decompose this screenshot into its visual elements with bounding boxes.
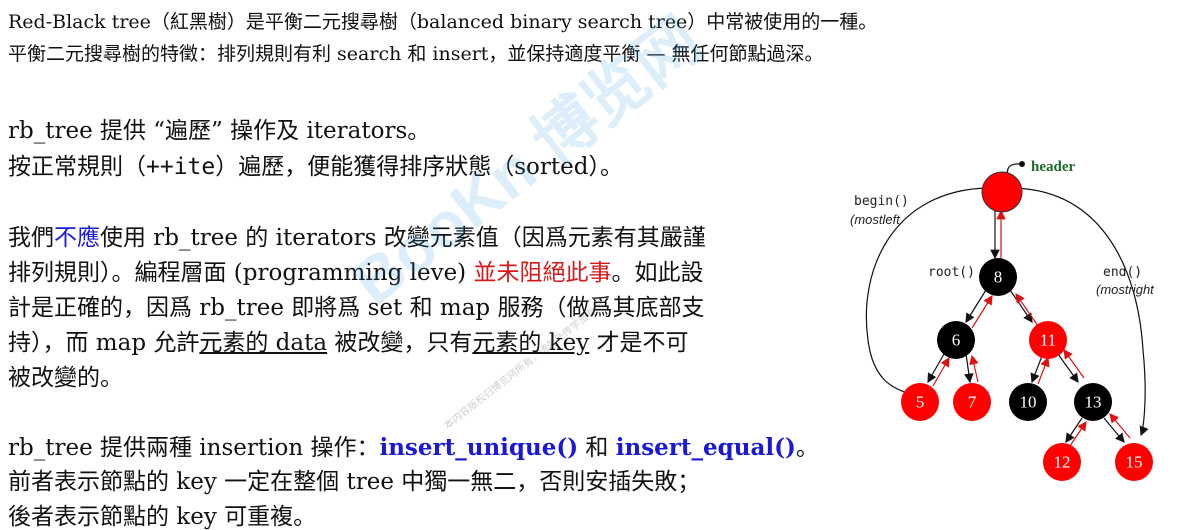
para2-line-3: 計是正確的，因爲 rb_tree 即將爲 set 和 map 服務（做爲其底部支 <box>8 295 705 321</box>
para3-text: rb_tree 提供兩種 insertion 操作： <box>8 435 380 461</box>
svg-text:10: 10 <box>1020 393 1037 412</box>
para2-text: 我們 <box>8 225 54 251</box>
rb-tree-diagram: header begin() (mostleft root() end() (m… <box>850 159 1155 481</box>
element-data-underlined: 元素的 data <box>199 330 328 356</box>
para2-line-2: 排列規則）。編程層面 (programming leve) 並未阻絕此事。如此設 <box>8 262 703 285</box>
para1-line-2-b: ）遍歷，便能獲得排序狀態（sorted）。 <box>215 154 623 180</box>
element-key-underlined: 元素的 key <box>472 330 590 356</box>
para2-text: 持），而 map 允許 <box>8 330 200 356</box>
svg-text:6: 6 <box>952 331 961 350</box>
svg-text:7: 7 <box>968 393 977 412</box>
svg-text:11: 11 <box>1040 331 1056 350</box>
para1-line-2-a: 按正常規則（ <box>8 154 146 180</box>
header-label: header <box>1031 159 1076 175</box>
para2-text: 才是不可 <box>589 330 689 356</box>
node-13: 13 <box>1074 383 1112 421</box>
begin-label: begin() <box>854 194 909 209</box>
node-6: 6 <box>937 321 975 359</box>
end-label: end() <box>1103 265 1142 280</box>
para2-text: 排列規則）。編程層面 (programming leve) <box>8 260 474 286</box>
node-12: 12 <box>1043 443 1081 481</box>
end-sub-label: (mostright <box>1096 282 1155 297</box>
node-11: 11 <box>1029 321 1067 359</box>
insert-unique-fn: insert_unique() <box>379 434 579 461</box>
should-not-highlight: 不應 <box>54 225 100 251</box>
para2-text: 被改變，只有 <box>327 330 473 356</box>
para3-line-2: 前者表示節點的 key 一定在整個 tree 中獨一無二，否則安插失敗； <box>8 469 701 495</box>
para2-line-4: 持），而 map 允許元素的 data 被改變，只有元素的 key 才是不可 <box>8 332 689 355</box>
para3-text: 。 <box>795 435 819 461</box>
para2-line-1: 我們不應使用 rb_tree 的 iterators 改變元素值（因爲元素有其嚴… <box>8 227 706 250</box>
para1-line-2: 按正常規則（++ite）遍歷，便能獲得排序狀態（sorted）。 <box>8 156 623 179</box>
para2-text: 使用 rb_tree 的 iterators 改變元素值（因爲元素有其嚴謹 <box>100 225 706 251</box>
root-label: root() <box>928 265 975 280</box>
node-7: 7 <box>953 383 991 421</box>
node-10: 10 <box>1009 383 1047 421</box>
not-blocked-highlight: 並未阻絕此事 <box>473 260 612 286</box>
svg-text:12: 12 <box>1054 453 1071 472</box>
intro-line-2: 平衡二元搜尋樹的特徵：排列規則有利 search 和 insert，並保持適度平… <box>8 43 824 65</box>
para2-line-5: 被改變的。 <box>8 365 123 391</box>
svg-text:8: 8 <box>994 268 1003 287</box>
header-node <box>981 171 1023 213</box>
node-15: 15 <box>1115 443 1153 481</box>
para3-text: 和 <box>578 435 616 461</box>
ite-code: ++ite <box>146 154 216 180</box>
intro-line-1: Red-Black tree（紅黑樹）是平衡二元搜尋樹（balanced bin… <box>8 11 878 33</box>
para3-line-1: rb_tree 提供兩種 insertion 操作：insert_unique(… <box>8 436 819 460</box>
svg-text:13: 13 <box>1085 393 1102 412</box>
insert-equal-fn: insert_equal() <box>615 434 796 461</box>
node-5: 5 <box>901 383 939 421</box>
para2-text: 。如此設 <box>611 260 704 286</box>
node-8: 8 <box>979 258 1017 296</box>
svg-text:15: 15 <box>1126 453 1143 472</box>
para1-line-1: rb_tree 提供 “遍歷” 操作及 iterators。 <box>8 118 431 144</box>
begin-sub-label: (mostleft <box>850 212 901 227</box>
para3-line-3: 後者表示節點的 key 可重複。 <box>8 504 317 530</box>
svg-text:5: 5 <box>916 393 925 412</box>
